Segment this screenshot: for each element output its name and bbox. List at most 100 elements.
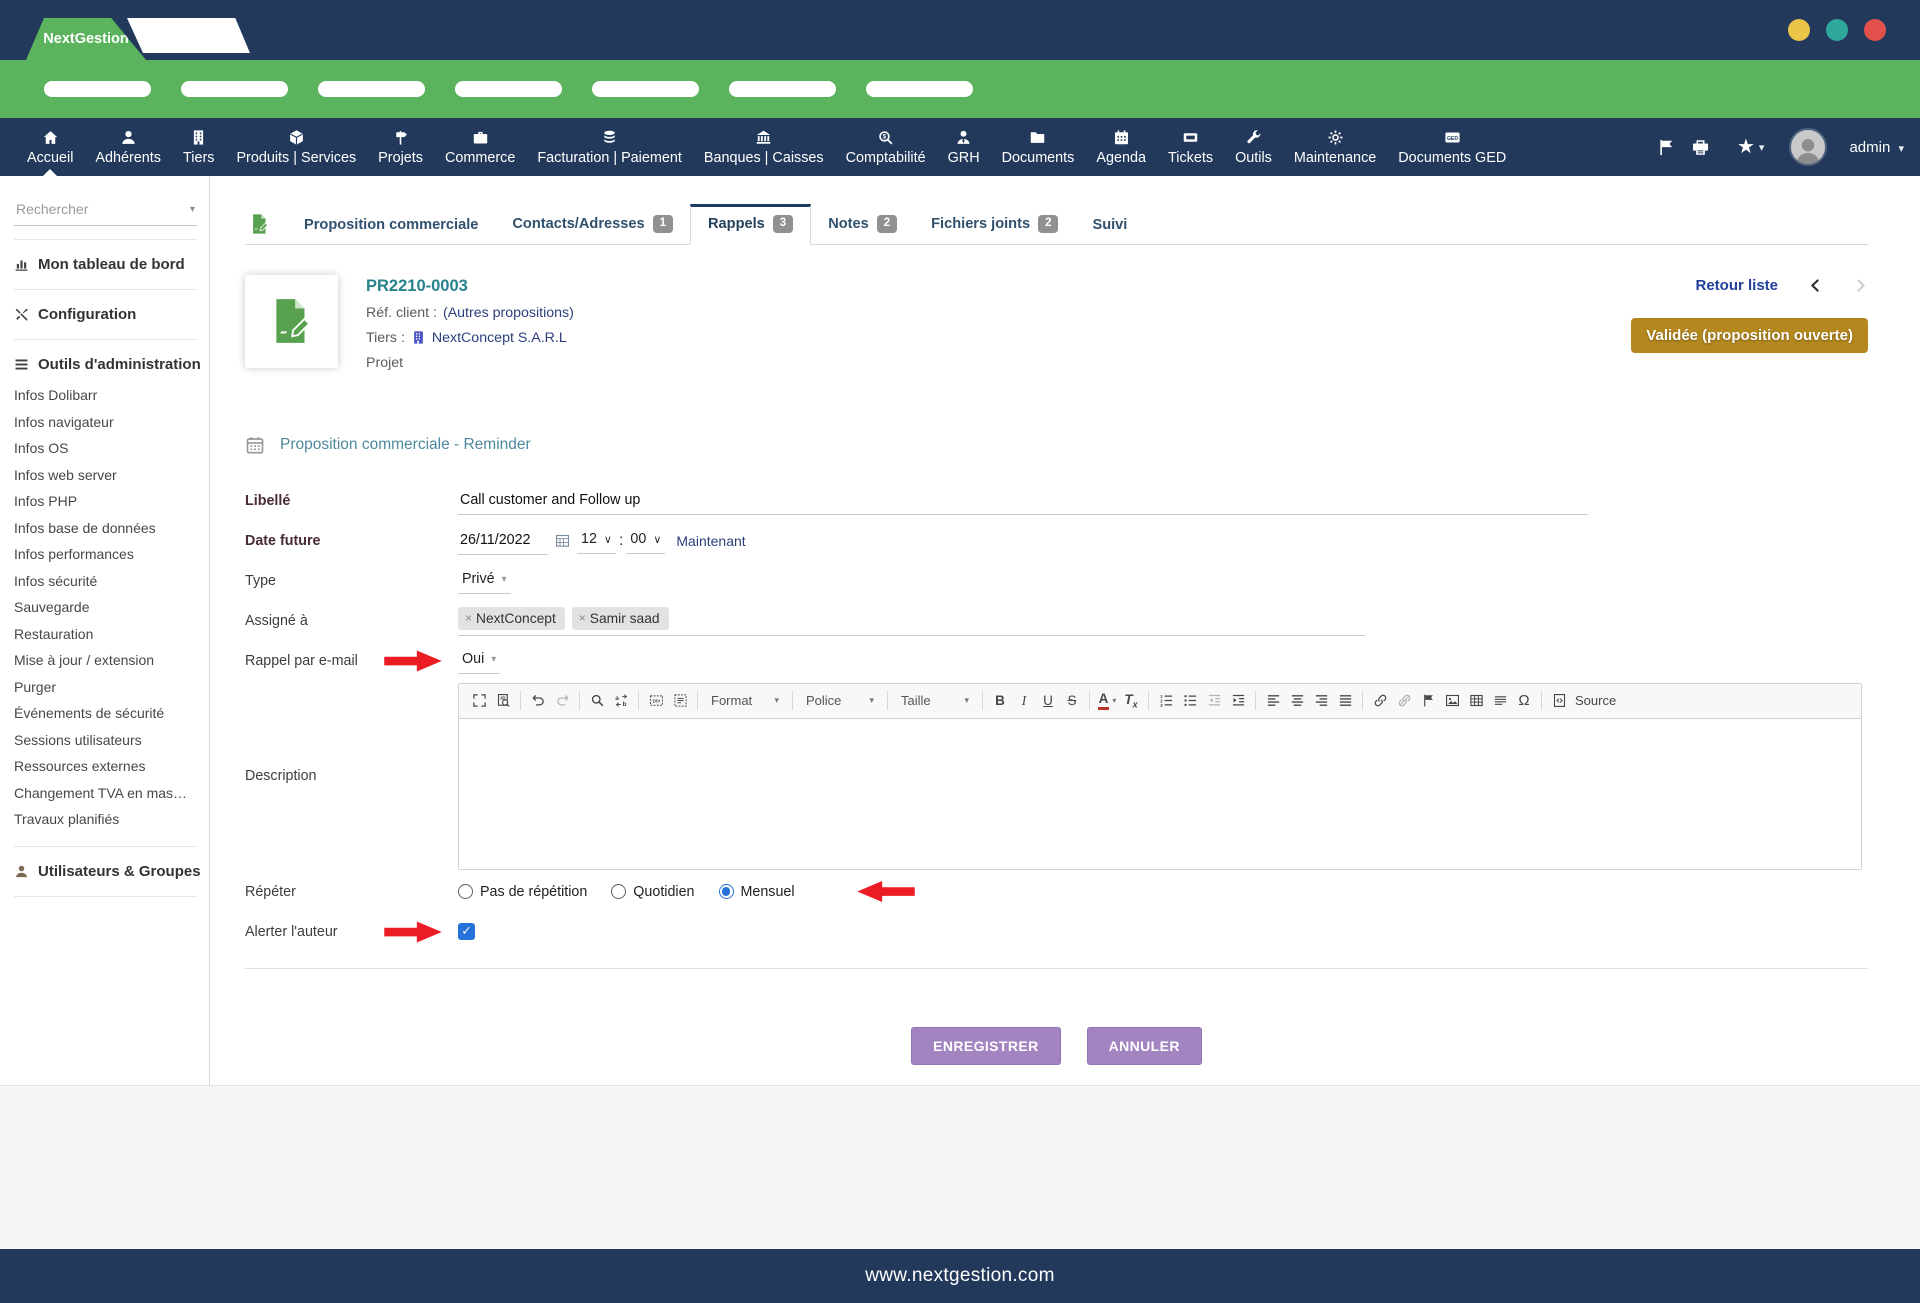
editor-special-char-button[interactable]: Ω (1512, 689, 1536, 713)
editor-undo-button[interactable] (526, 689, 550, 713)
sidebar-item-infos-php[interactable]: Infos PHP (14, 488, 197, 515)
editor-preview-button[interactable] (491, 689, 515, 713)
editor-dropdown-taille[interactable]: Taille▾ (893, 689, 977, 713)
sidebar-item-users-groups[interactable]: Utilisateurs & Groupes (14, 860, 197, 883)
editor-table-button[interactable] (1464, 689, 1488, 713)
sidebar-item-sessions-utilisateurs[interactable]: Sessions utilisateurs (14, 727, 197, 754)
sidebar-item-evenements-de-securite[interactable]: Événements de sécurité (14, 700, 197, 727)
editor-text-color-button[interactable]: A▾ (1095, 689, 1119, 713)
now-link[interactable]: Maintenant (676, 533, 745, 549)
footer-url[interactable]: www.nextgestion.com (865, 1265, 1054, 1287)
nav-item-produits-services[interactable]: Produits | Services (225, 118, 367, 176)
avatar[interactable] (1789, 128, 1827, 166)
sidebar-item-purger[interactable]: Purger (14, 674, 197, 701)
alerter-checkbox[interactable]: ✓ (458, 923, 475, 940)
nav-item-documents[interactable]: Documents (991, 118, 1086, 176)
sidebar-item-admin-tools[interactable]: Outils d'administration (14, 353, 197, 376)
editor-align-right-button[interactable] (1309, 689, 1333, 713)
source-code-icon[interactable] (1549, 689, 1569, 713)
sidebar-item-dashboard[interactable]: Mon tableau de bord (14, 253, 197, 276)
sidebar-item-infos-web-server[interactable]: Infos web server (14, 462, 197, 489)
editor-link-button[interactable] (1368, 689, 1392, 713)
sidebar-item-ressources-externes[interactable]: Ressources externes (14, 753, 197, 780)
assignee-tag-nextconcept[interactable]: ×NextConcept (458, 607, 565, 630)
editor-source-button[interactable]: Source (1547, 689, 1618, 713)
assignee-tag-samir-saad[interactable]: ×Samir saad (572, 607, 669, 630)
nav-item-tickets[interactable]: Tickets (1157, 118, 1224, 176)
editor-dropdown-format[interactable]: Format▾ (703, 689, 787, 713)
editor-italic-button[interactable]: I (1012, 689, 1036, 713)
editor-horizontal-rule-button[interactable] (1488, 689, 1512, 713)
hour-select[interactable]: 12 ∨ (577, 527, 616, 554)
sidebar-item-travaux-planifies[interactable]: Travaux planifiés (14, 806, 197, 833)
nav-item-banques-caisses[interactable]: Banques | Caisses (693, 118, 835, 176)
tab-fichiers-joints[interactable]: Fichiers joints2 (914, 205, 1075, 244)
sidebar-item-infos-performances[interactable]: Infos performances (14, 541, 197, 568)
editor-content-area[interactable] (459, 719, 1861, 869)
cancel-button[interactable]: ANNULER (1087, 1027, 1202, 1065)
editor-dropdown-police[interactable]: Police▾ (798, 689, 882, 713)
editor-align-center-button[interactable] (1285, 689, 1309, 713)
editor-strikethrough-button[interactable]: S (1060, 689, 1084, 713)
chevron-left-icon[interactable] (1808, 278, 1823, 293)
sidebar-item-infos-securite[interactable]: Infos sécurité (14, 568, 197, 595)
sidebar-item-restauration[interactable]: Restauration (14, 621, 197, 648)
printer-icon[interactable] (1691, 138, 1710, 157)
editor-unordered-list-button[interactable] (1178, 689, 1202, 713)
libelle-input[interactable] (458, 487, 1588, 515)
assignee-tags[interactable]: ×NextConcept ×Samir saad (458, 606, 1365, 636)
type-select[interactable]: Privé ▾ (458, 567, 511, 594)
sidebar-item-changement-tva-en-mas[interactable]: Changement TVA en mas… (14, 780, 197, 807)
rappel-email-select[interactable]: Oui ▾ (458, 647, 500, 674)
radio-pas-de-repetition[interactable]: Pas de répétition (458, 884, 587, 900)
editor-select-all-button[interactable] (668, 689, 692, 713)
nav-item-maintenance[interactable]: Maintenance (1283, 118, 1387, 176)
nav-item-projets[interactable]: Projets (367, 118, 434, 176)
nav-item-agenda[interactable]: Agenda (1085, 118, 1157, 176)
tab-notes[interactable]: Notes2 (811, 205, 914, 244)
editor-align-justify-button[interactable] (1333, 689, 1357, 713)
tiers-value[interactable]: NextConcept S.A.R.L (432, 330, 567, 346)
editor-bold-button[interactable]: B (988, 689, 1012, 713)
editor-underline-button[interactable]: U (1036, 689, 1060, 713)
tab-suivi[interactable]: Suivi (1075, 207, 1144, 244)
nav-item-commerce[interactable]: Commerce (434, 118, 526, 176)
sidebar-item-infos-navigateur[interactable]: Infos navigateur (14, 409, 197, 436)
editor-div-container-button[interactable]: DIV (644, 689, 668, 713)
back-to-list-link[interactable]: Retour liste (1695, 277, 1778, 294)
ref-client-value[interactable]: (Autres propositions) (443, 305, 574, 321)
window-dot-3[interactable] (1864, 19, 1886, 41)
editor-replace-button[interactable]: ab (609, 689, 633, 713)
editor-anchor-flag-button[interactable] (1416, 689, 1440, 713)
sidebar-item-infos-dolibarr[interactable]: Infos Dolibarr (14, 382, 197, 409)
search-box[interactable]: ▾ (14, 196, 197, 226)
remove-tag-icon[interactable]: × (465, 611, 472, 625)
editor-ordered-list-button[interactable]: 123 (1154, 689, 1178, 713)
sidebar-item-infos-os[interactable]: Infos OS (14, 435, 197, 462)
save-button[interactable]: ENREGISTRER (911, 1027, 1061, 1065)
nav-item-tiers[interactable]: Tiers (172, 118, 225, 176)
nav-item-documents-ged[interactable]: GEDDocuments GED (1387, 118, 1517, 176)
document-thumbnail[interactable] (245, 275, 338, 368)
editor-find-button[interactable] (585, 689, 609, 713)
sidebar-item-mise-a-jour-extension[interactable]: Mise à jour / extension (14, 647, 197, 674)
nav-item-comptabilite[interactable]: $Comptabilité (835, 118, 937, 176)
date-input[interactable] (458, 527, 548, 555)
tab-contacts-adresses[interactable]: Contacts/Adresses1 (495, 205, 690, 244)
sidebar-item-sauvegarde[interactable]: Sauvegarde (14, 594, 197, 621)
nav-item-outils[interactable]: Outils (1224, 118, 1283, 176)
remove-tag-icon[interactable]: × (579, 611, 586, 625)
nav-item-grh[interactable]: GRH (937, 118, 991, 176)
bookmarks-star-icon[interactable]: ★ ▾ (1737, 137, 1764, 157)
editor-image-button[interactable] (1440, 689, 1464, 713)
nav-item-adherents[interactable]: Adhérents (84, 118, 172, 176)
tab-proposition-commerciale[interactable]: Proposition commerciale (287, 207, 495, 244)
radio-mensuel[interactable]: Mensuel (719, 884, 795, 900)
editor-remove-format-button[interactable]: Tx (1119, 689, 1143, 713)
editor-align-left-button[interactable] (1261, 689, 1285, 713)
flag-icon[interactable] (1657, 138, 1676, 157)
app-logo[interactable]: NextGestion (26, 18, 146, 60)
window-dot-1[interactable] (1788, 19, 1810, 41)
minute-select[interactable]: 00 ∨ (626, 527, 665, 554)
search-input[interactable] (16, 201, 166, 217)
